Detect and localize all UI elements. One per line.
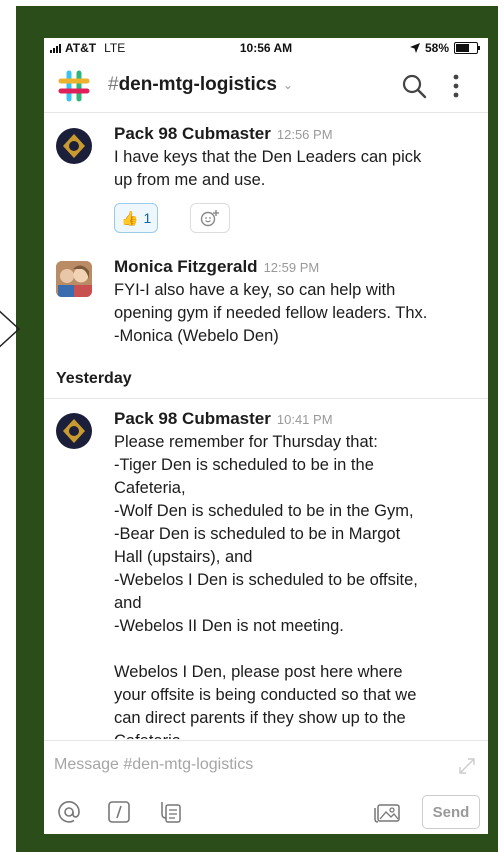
slack-logo-icon[interactable]	[56, 68, 92, 104]
battery-icon	[454, 42, 480, 54]
phone-screen: AT&T LTE 10:56 AM 58% #den-mtg-logistics…	[44, 38, 488, 834]
day-divider-label: Yesterday	[56, 370, 132, 387]
channel-hash: #	[108, 74, 119, 95]
message-text: Please remember for Thursday that: -Tige…	[114, 433, 418, 739]
status-bar: AT&T LTE 10:56 AM 58%	[44, 38, 488, 60]
reaction-count: 1	[143, 210, 152, 226]
avatar[interactable]	[56, 413, 92, 449]
message-sender[interactable]: Monica Fitzgerald 12:59 PM	[114, 257, 319, 277]
location-icon	[409, 43, 420, 53]
expand-icon[interactable]	[456, 755, 478, 777]
at-icon[interactable]	[56, 799, 82, 825]
file-icon[interactable]	[158, 799, 184, 825]
message-composer: Send	[44, 740, 488, 834]
message-sender[interactable]: Pack 98 Cubmaster 10:41 PM	[114, 409, 333, 429]
user-photo-icon	[56, 261, 92, 297]
message-sender[interactable]: Pack 98 Cubmaster 12:56 PM	[114, 124, 333, 144]
message-text: FYI-I also have a key, so can help with …	[114, 281, 428, 345]
send-button[interactable]: Send	[422, 795, 480, 829]
channel-name: den-mtg-logistics	[118, 74, 277, 95]
avatar[interactable]	[56, 128, 92, 164]
add-reaction-icon	[200, 210, 219, 227]
battery-percent: 58%	[424, 41, 449, 55]
channel-title[interactable]: #den-mtg-logistics ⌄	[108, 74, 293, 96]
message-input[interactable]	[54, 753, 444, 777]
thumbs-up-icon: 👍	[121, 209, 139, 226]
message-item: Pack 98 Cubmaster 10:41 PM Please remembe…	[44, 409, 488, 739]
cub-scout-badge-icon	[57, 129, 91, 163]
day-divider	[44, 398, 488, 399]
message-text: I have keys that the Den Leaders can pic…	[114, 148, 422, 189]
thumbs-up-reaction[interactable]: 👍 1	[114, 203, 159, 233]
more-vertical-icon[interactable]	[446, 72, 466, 100]
avatar[interactable]	[56, 261, 92, 297]
add-reaction-button[interactable]	[190, 203, 230, 233]
chevron-down-icon: ⌄	[282, 78, 293, 92]
message-time: 12:56 PM	[276, 127, 333, 142]
message-time: 12:59 PM	[263, 260, 320, 275]
message-item: Monica Fitzgerald 12:59 PM FYI-I also hav…	[44, 257, 488, 357]
message-item: Pack 98 Cubmaster 12:56 PM I have keys th…	[44, 124, 488, 244]
cub-scout-badge-icon	[57, 414, 91, 448]
search-icon[interactable]	[400, 72, 428, 100]
previous-arrow-icon	[0, 304, 22, 354]
message-feed[interactable]: Pack 98 Cubmaster 12:56 PM I have keys th…	[44, 113, 488, 739]
channel-header: #den-mtg-logistics ⌄	[44, 60, 488, 113]
photo-icon[interactable]	[372, 799, 402, 825]
message-time: 10:41 PM	[276, 412, 333, 427]
slash-icon[interactable]	[106, 799, 132, 825]
